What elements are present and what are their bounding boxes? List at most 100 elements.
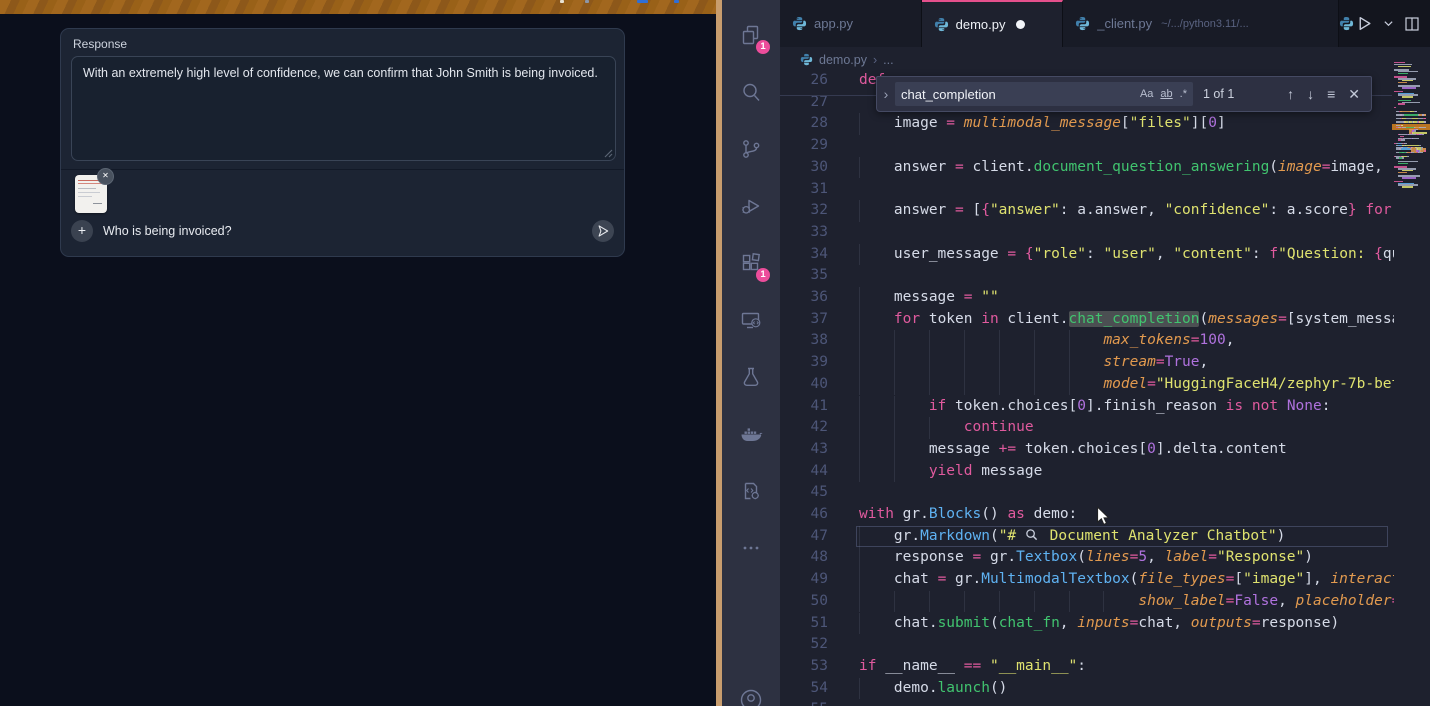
- code-line-38[interactable]: 38max_tokens=100,: [780, 330, 1394, 352]
- response-textarea[interactable]: With an extremely high level of confiden…: [71, 56, 616, 161]
- resize-handle-icon[interactable]: [603, 148, 613, 158]
- activity-more[interactable]: [722, 519, 780, 576]
- split-editor-icon[interactable]: [1404, 16, 1420, 32]
- close-find-icon[interactable]: ✕: [1348, 86, 1360, 103]
- code-line-29[interactable]: 29: [780, 135, 1394, 157]
- indent-guide: [859, 309, 860, 331]
- activity-run-debug[interactable]: [722, 177, 780, 234]
- find-input[interactable]: chat_completion Aa ab .*: [895, 82, 1193, 106]
- breadcrumb-more[interactable]: ...: [883, 53, 893, 67]
- next-match-icon[interactable]: ↓: [1307, 86, 1314, 103]
- code-line-40[interactable]: 40model="HuggingFaceH4/zephyr-7b-beta: [780, 374, 1394, 396]
- line-number: 54: [780, 678, 828, 700]
- activity-code-runner[interactable]: [722, 462, 780, 519]
- code-line-45[interactable]: 45: [780, 482, 1394, 504]
- activity-docker[interactable]: [722, 405, 780, 462]
- tab-description: ~/.../python3.11/...: [1161, 18, 1249, 30]
- line-number: 52: [780, 634, 828, 656]
- line-number: 35: [780, 265, 828, 287]
- indent-guide: [859, 461, 860, 483]
- attachment-thumbnail[interactable]: ✕: [75, 175, 107, 213]
- code-line-46[interactable]: 46with gr.Blocks() as demo:: [780, 504, 1394, 526]
- desktop-top-bar: [0, 0, 716, 14]
- code-text: max_tokens=100,: [1103, 330, 1234, 352]
- code-line-42[interactable]: 42continue: [780, 417, 1394, 439]
- tab-app-py[interactable]: app.py: [780, 0, 922, 47]
- code-line-30[interactable]: 30 answer = client.document_question_answ…: [780, 157, 1394, 179]
- chat-input[interactable]: Who is being invoiced?: [103, 224, 232, 238]
- response-label: Response: [73, 37, 127, 51]
- find-in-selection-icon[interactable]: ≡: [1327, 86, 1335, 103]
- minimap-line: [1394, 152, 1428, 153]
- code-line-55[interactable]: 55: [780, 699, 1394, 706]
- code-line-34[interactable]: 34user_message = {"role": "user", "conte…: [780, 244, 1394, 266]
- send-button[interactable]: [592, 220, 614, 242]
- python-icon: [1339, 16, 1354, 31]
- code-line-35[interactable]: 35: [780, 265, 1394, 287]
- indent-guide: [859, 678, 860, 700]
- toggle-replace-icon[interactable]: ›: [877, 86, 895, 102]
- regex-icon[interactable]: .*: [1180, 88, 1187, 100]
- code-line-51[interactable]: 51chat.submit(chat_fn, inputs=chat, outp…: [780, 613, 1394, 635]
- minimap-line: [1394, 118, 1428, 119]
- code-text: answer = client.document_question_answer…: [894, 157, 1394, 179]
- code-line-47[interactable]: 47gr.Markdown("# Document Analyzer Chatb…: [780, 526, 1394, 548]
- activity-search[interactable]: [722, 63, 780, 120]
- code-line-54[interactable]: 54demo.launch(): [780, 678, 1394, 700]
- remove-attachment-button[interactable]: ✕: [97, 168, 114, 185]
- tab-demo-py[interactable]: demo.py: [922, 0, 1064, 47]
- minimap-line: [1394, 96, 1428, 97]
- indent-guide: [1069, 591, 1070, 613]
- code-line-48[interactable]: 48response = gr.Textbox(lines=5, label="…: [780, 547, 1394, 569]
- line-number: 37: [780, 309, 828, 331]
- code-line-44[interactable]: 44yield message: [780, 461, 1394, 483]
- code-line-43[interactable]: 43message += token.choices[0].delta.cont…: [780, 439, 1394, 461]
- code-text: answer = [{"answer": a.answer, "confiden…: [894, 200, 1392, 222]
- indent-guide: [859, 569, 860, 591]
- activity-source-control[interactable]: [722, 120, 780, 177]
- code-line-50[interactable]: 50show_label=False, placeholder=: [780, 591, 1394, 613]
- minimap-line: [1394, 107, 1428, 108]
- indent-guide: [894, 591, 895, 613]
- code-line-33[interactable]: 33: [780, 222, 1394, 244]
- activity-testing[interactable]: [722, 348, 780, 405]
- code-area[interactable]: 26def2728image = multimodal_message["fil…: [780, 70, 1394, 706]
- modified-dot-icon[interactable]: [1016, 20, 1025, 29]
- code-line-53[interactable]: 53if __name__ == "__main__":: [780, 656, 1394, 678]
- line-number: 30: [780, 157, 828, 179]
- find-widget: › chat_completion Aa ab .* 1 of 1 ↑ ↓ ≡ …: [876, 76, 1372, 112]
- code-text: show_label=False, placeholder=: [1138, 591, 1394, 613]
- tab-client-py[interactable]: _client.py ~/.../python3.11/...: [1063, 0, 1339, 47]
- send-icon: [596, 224, 610, 238]
- activity-explorer[interactable]: 1: [722, 6, 780, 63]
- extensions-badge: 1: [756, 268, 770, 282]
- previous-match-icon[interactable]: ↑: [1287, 86, 1294, 103]
- whole-word-icon[interactable]: ab: [1160, 88, 1172, 100]
- run-button[interactable]: [1356, 15, 1373, 32]
- activity-extensions[interactable]: 1: [722, 234, 780, 291]
- chevron-down-icon[interactable]: [1383, 18, 1394, 29]
- tab-partial[interactable]: [1339, 0, 1356, 47]
- match-case-icon[interactable]: Aa: [1140, 88, 1153, 100]
- code-line-39[interactable]: 39stream=True,: [780, 352, 1394, 374]
- activity-bar: 1: [722, 0, 780, 706]
- indent-guide: [859, 113, 860, 135]
- line-number: 44: [780, 461, 828, 483]
- top-bar-speck: [637, 0, 648, 3]
- top-bar-speck: [674, 0, 679, 3]
- testing-flask-icon: [739, 365, 763, 389]
- minimap-line: [1394, 114, 1428, 115]
- code-line-36[interactable]: 36message = "": [780, 287, 1394, 309]
- activity-account[interactable]: [739, 688, 763, 706]
- code-line-41[interactable]: 41if token.choices[0].finish_reason is n…: [780, 396, 1394, 418]
- minimap[interactable]: [1392, 60, 1430, 191]
- breadcrumb-file[interactable]: demo.py: [819, 53, 867, 67]
- add-file-button[interactable]: +: [71, 220, 93, 242]
- code-line-32[interactable]: 32answer = [{"answer": a.answer, "confid…: [780, 200, 1394, 222]
- code-line-31[interactable]: 31: [780, 179, 1394, 201]
- activity-remote-explorer[interactable]: [722, 291, 780, 348]
- code-line-49[interactable]: 49chat = gr.MultimodalTextbox(file_types…: [780, 569, 1394, 591]
- code-line-37[interactable]: 37for token in client.chat_completion(me…: [780, 309, 1394, 331]
- code-line-28[interactable]: 28image = multimodal_message["files"][0]: [780, 113, 1394, 135]
- code-line-52[interactable]: 52: [780, 634, 1394, 656]
